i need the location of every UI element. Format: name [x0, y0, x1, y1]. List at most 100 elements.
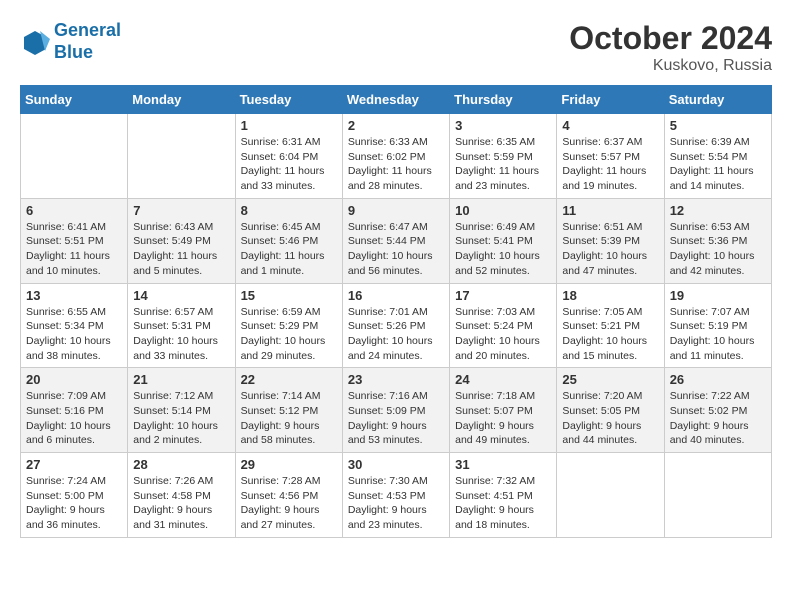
day-info: Sunrise: 6:35 AM Sunset: 5:59 PM Dayligh…	[455, 135, 551, 194]
calendar-cell: 30 Sunrise: 7:30 AM Sunset: 4:53 PM Dayli…	[342, 453, 449, 538]
day-info: Sunrise: 7:12 AM Sunset: 5:14 PM Dayligh…	[133, 389, 229, 448]
day-info: Sunrise: 7:05 AM Sunset: 5:21 PM Dayligh…	[562, 305, 658, 364]
day-info: Sunrise: 7:20 AM Sunset: 5:05 PM Dayligh…	[562, 389, 658, 448]
day-info: Sunrise: 7:03 AM Sunset: 5:24 PM Dayligh…	[455, 305, 551, 364]
day-info: Sunrise: 6:33 AM Sunset: 6:02 PM Dayligh…	[348, 135, 444, 194]
calendar-week-2: 6Sunrise: 6:41 AM Sunset: 5:51 PM Daylig…	[21, 198, 772, 283]
day-info: Sunrise: 7:24 AM Sunset: 5:00 PM Dayligh…	[26, 474, 122, 533]
day-info: Sunrise: 7:14 AM Sunset: 5:12 PM Dayligh…	[241, 389, 337, 448]
day-info: Sunrise: 6:57 AM Sunset: 5:31 PM Dayligh…	[133, 305, 229, 364]
day-number: 5	[670, 118, 766, 133]
day-number: 18	[562, 288, 658, 303]
calendar-week-3: 13 Sunrise: 6:55 AM Sunset: 5:34 PM Dayli…	[21, 283, 772, 368]
day-number: 12	[670, 203, 766, 218]
day-number: 1	[241, 118, 337, 133]
day-header-saturday: Saturday	[664, 86, 771, 114]
day-number: 7	[133, 203, 229, 218]
calendar-cell: 31 Sunrise: 7:32 AM Sunset: 4:51 PM Dayli…	[450, 453, 557, 538]
day-info: Sunrise: 7:26 AM Sunset: 4:58 PM Dayligh…	[133, 474, 229, 533]
day-info: Sunrise: 7:07 AM Sunset: 5:19 PM Dayligh…	[670, 305, 766, 364]
calendar-cell: 5 Sunrise: 6:39 AM Sunset: 5:54 PM Daylig…	[664, 114, 771, 199]
calendar-cell: 11Sunrise: 6:51 AM Sunset: 5:39 PM Dayli…	[557, 198, 664, 283]
day-number: 24	[455, 372, 551, 387]
day-info: Sunrise: 7:18 AM Sunset: 5:07 PM Dayligh…	[455, 389, 551, 448]
calendar-cell: 1 Sunrise: 6:31 AM Sunset: 6:04 PM Daylig…	[235, 114, 342, 199]
calendar-week-1: 1 Sunrise: 6:31 AM Sunset: 6:04 PM Daylig…	[21, 114, 772, 199]
day-number: 20	[26, 372, 122, 387]
calendar-cell: 26Sunrise: 7:22 AM Sunset: 5:02 PM Dayli…	[664, 368, 771, 453]
day-info: Sunrise: 6:53 AM Sunset: 5:36 PM Dayligh…	[670, 220, 766, 279]
logo-text: General Blue	[54, 20, 121, 63]
calendar-header-row: SundayMondayTuesdayWednesdayThursdayFrid…	[21, 86, 772, 114]
calendar-week-5: 27 Sunrise: 7:24 AM Sunset: 5:00 PM Dayli…	[21, 453, 772, 538]
day-number: 15	[241, 288, 337, 303]
day-number: 28	[133, 457, 229, 472]
day-number: 27	[26, 457, 122, 472]
day-info: Sunrise: 6:31 AM Sunset: 6:04 PM Dayligh…	[241, 135, 337, 194]
day-number: 2	[348, 118, 444, 133]
day-header-tuesday: Tuesday	[235, 86, 342, 114]
calendar-cell: 21Sunrise: 7:12 AM Sunset: 5:14 PM Dayli…	[128, 368, 235, 453]
calendar-cell: 15 Sunrise: 6:59 AM Sunset: 5:29 PM Dayli…	[235, 283, 342, 368]
calendar-cell: 6Sunrise: 6:41 AM Sunset: 5:51 PM Daylig…	[21, 198, 128, 283]
calendar-cell: 7 Sunrise: 6:43 AM Sunset: 5:49 PM Daylig…	[128, 198, 235, 283]
calendar-cell: 16Sunrise: 7:01 AM Sunset: 5:26 PM Dayli…	[342, 283, 449, 368]
day-number: 25	[562, 372, 658, 387]
day-header-friday: Friday	[557, 86, 664, 114]
day-info: Sunrise: 6:39 AM Sunset: 5:54 PM Dayligh…	[670, 135, 766, 194]
calendar-week-4: 20 Sunrise: 7:09 AM Sunset: 5:16 PM Dayli…	[21, 368, 772, 453]
day-number: 14	[133, 288, 229, 303]
day-number: 13	[26, 288, 122, 303]
calendar-cell: 13 Sunrise: 6:55 AM Sunset: 5:34 PM Dayli…	[21, 283, 128, 368]
calendar-cell: 29 Sunrise: 7:28 AM Sunset: 4:56 PM Dayli…	[235, 453, 342, 538]
calendar-cell: 10Sunrise: 6:49 AM Sunset: 5:41 PM Dayli…	[450, 198, 557, 283]
day-info: Sunrise: 7:30 AM Sunset: 4:53 PM Dayligh…	[348, 474, 444, 533]
day-info: Sunrise: 7:09 AM Sunset: 5:16 PM Dayligh…	[26, 389, 122, 448]
day-number: 17	[455, 288, 551, 303]
calendar-cell: 14 Sunrise: 6:57 AM Sunset: 5:31 PM Dayli…	[128, 283, 235, 368]
day-info: Sunrise: 6:45 AM Sunset: 5:46 PM Dayligh…	[241, 220, 337, 279]
calendar-cell: 24 Sunrise: 7:18 AM Sunset: 5:07 PM Dayli…	[450, 368, 557, 453]
calendar-cell	[557, 453, 664, 538]
title-block: October 2024 Kuskovo, Russia	[569, 20, 772, 75]
page-header: General Blue October 2024 Kuskovo, Russi…	[20, 20, 772, 75]
day-info: Sunrise: 6:43 AM Sunset: 5:49 PM Dayligh…	[133, 220, 229, 279]
day-number: 30	[348, 457, 444, 472]
day-info: Sunrise: 6:37 AM Sunset: 5:57 PM Dayligh…	[562, 135, 658, 194]
calendar-cell	[664, 453, 771, 538]
calendar-cell: 17 Sunrise: 7:03 AM Sunset: 5:24 PM Dayli…	[450, 283, 557, 368]
day-info: Sunrise: 7:28 AM Sunset: 4:56 PM Dayligh…	[241, 474, 337, 533]
location: Kuskovo, Russia	[569, 57, 772, 75]
day-header-sunday: Sunday	[21, 86, 128, 114]
calendar-cell: 12 Sunrise: 6:53 AM Sunset: 5:36 PM Dayli…	[664, 198, 771, 283]
calendar-cell	[128, 114, 235, 199]
day-info: Sunrise: 7:32 AM Sunset: 4:51 PM Dayligh…	[455, 474, 551, 533]
day-header-wednesday: Wednesday	[342, 86, 449, 114]
day-info: Sunrise: 7:16 AM Sunset: 5:09 PM Dayligh…	[348, 389, 444, 448]
month-title: October 2024	[569, 20, 772, 57]
calendar-cell: 2 Sunrise: 6:33 AM Sunset: 6:02 PM Daylig…	[342, 114, 449, 199]
day-number: 19	[670, 288, 766, 303]
day-info: Sunrise: 6:55 AM Sunset: 5:34 PM Dayligh…	[26, 305, 122, 364]
calendar-cell: 22Sunrise: 7:14 AM Sunset: 5:12 PM Dayli…	[235, 368, 342, 453]
day-number: 23	[348, 372, 444, 387]
day-number: 31	[455, 457, 551, 472]
day-number: 16	[348, 288, 444, 303]
calendar-cell: 25 Sunrise: 7:20 AM Sunset: 5:05 PM Dayli…	[557, 368, 664, 453]
calendar-cell: 19 Sunrise: 7:07 AM Sunset: 5:19 PM Dayli…	[664, 283, 771, 368]
day-number: 26	[670, 372, 766, 387]
logo-icon	[20, 27, 50, 57]
day-number: 29	[241, 457, 337, 472]
calendar-cell: 18 Sunrise: 7:05 AM Sunset: 5:21 PM Dayli…	[557, 283, 664, 368]
calendar-cell: 3 Sunrise: 6:35 AM Sunset: 5:59 PM Daylig…	[450, 114, 557, 199]
calendar-cell: 28 Sunrise: 7:26 AM Sunset: 4:58 PM Dayli…	[128, 453, 235, 538]
day-number: 9	[348, 203, 444, 218]
day-info: Sunrise: 6:41 AM Sunset: 5:51 PM Dayligh…	[26, 220, 122, 279]
day-number: 10	[455, 203, 551, 218]
day-info: Sunrise: 6:59 AM Sunset: 5:29 PM Dayligh…	[241, 305, 337, 364]
day-number: 11	[562, 203, 658, 218]
day-number: 3	[455, 118, 551, 133]
calendar-cell: 27 Sunrise: 7:24 AM Sunset: 5:00 PM Dayli…	[21, 453, 128, 538]
calendar-cell: 4Sunrise: 6:37 AM Sunset: 5:57 PM Daylig…	[557, 114, 664, 199]
logo: General Blue	[20, 20, 121, 63]
